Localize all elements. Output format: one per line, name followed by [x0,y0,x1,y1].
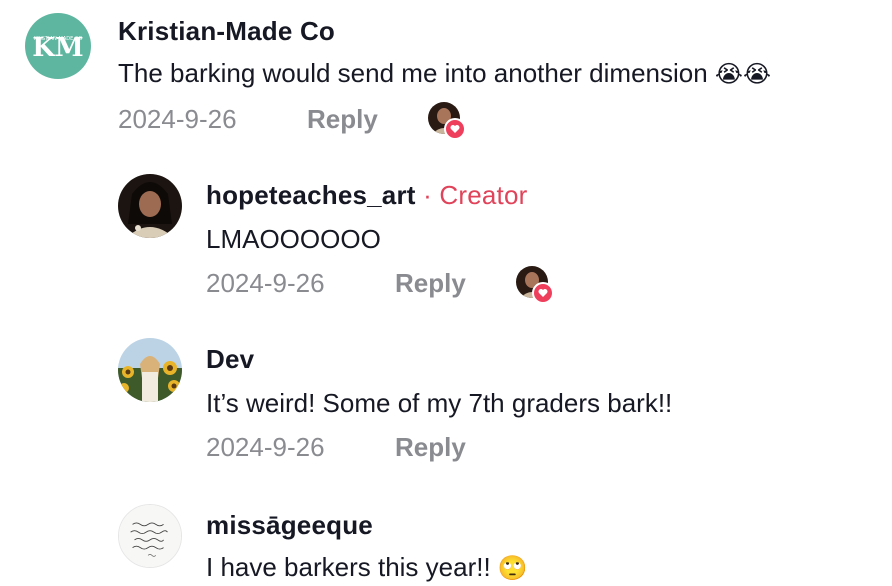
svg-text:KRISTIAN-MADE CO: KRISTIAN-MADE CO [34,36,83,42]
avatar[interactable] [118,174,182,238]
comment-text: I have barkers this year!! 🙄 [206,552,528,583]
eye-roll-emoji: 🙄 [497,554,528,582]
username[interactable]: hopeteaches_art · Creator [206,180,527,211]
handwritten-quote-icon [119,505,181,567]
reply-button[interactable]: Reply [307,104,378,135]
username-text[interactable]: hopeteaches_art [206,180,416,210]
username[interactable]: Kristian-Made Co [118,16,335,47]
kristian-made-logo-icon: KM KRISTIAN-MADE CO [22,10,94,82]
comment-reply-item: missāgeeque I have barkers this year!! 🙄 [0,496,892,586]
heart-icon [444,118,466,140]
comment-text: LMAOOOOOO [206,224,381,254]
creator-badge: · Creator [423,180,528,210]
avatar[interactable] [118,338,182,402]
reply-button[interactable]: Reply [395,432,466,463]
creator-liked-badge [428,102,466,140]
comment-text-body: The barking would send me into another d… [118,58,708,88]
crying-emoji: 😭😭 [714,60,772,88]
comment-text: The barking would send me into another d… [118,58,771,89]
creator-liked-badge [516,266,554,304]
heart-icon [532,282,554,304]
comment-date: 2024-9-26 [118,104,237,134]
username[interactable]: missāgeeque [206,510,373,541]
comment-date: 2024-9-26 [206,268,325,298]
comment-reply-item: Dev It’s weird! Some of my 7th graders b… [0,330,892,480]
username[interactable]: Dev [206,344,254,375]
avatar[interactable]: KM KRISTIAN-MADE CO [22,10,94,82]
avatar[interactable] [118,504,182,568]
comment-reply-item: hopeteaches_art · Creator LMAOOOOOO 2024… [0,160,892,320]
comment-item: KM KRISTIAN-MADE CO Kristian-Made Co The… [0,0,892,160]
comment-text: It’s weird! Some of my 7th graders bark!… [206,388,673,418]
comment-text-body: I have barkers this year!! [206,552,491,582]
reply-button[interactable]: Reply [395,268,466,299]
comment-date: 2024-9-26 [206,432,325,462]
